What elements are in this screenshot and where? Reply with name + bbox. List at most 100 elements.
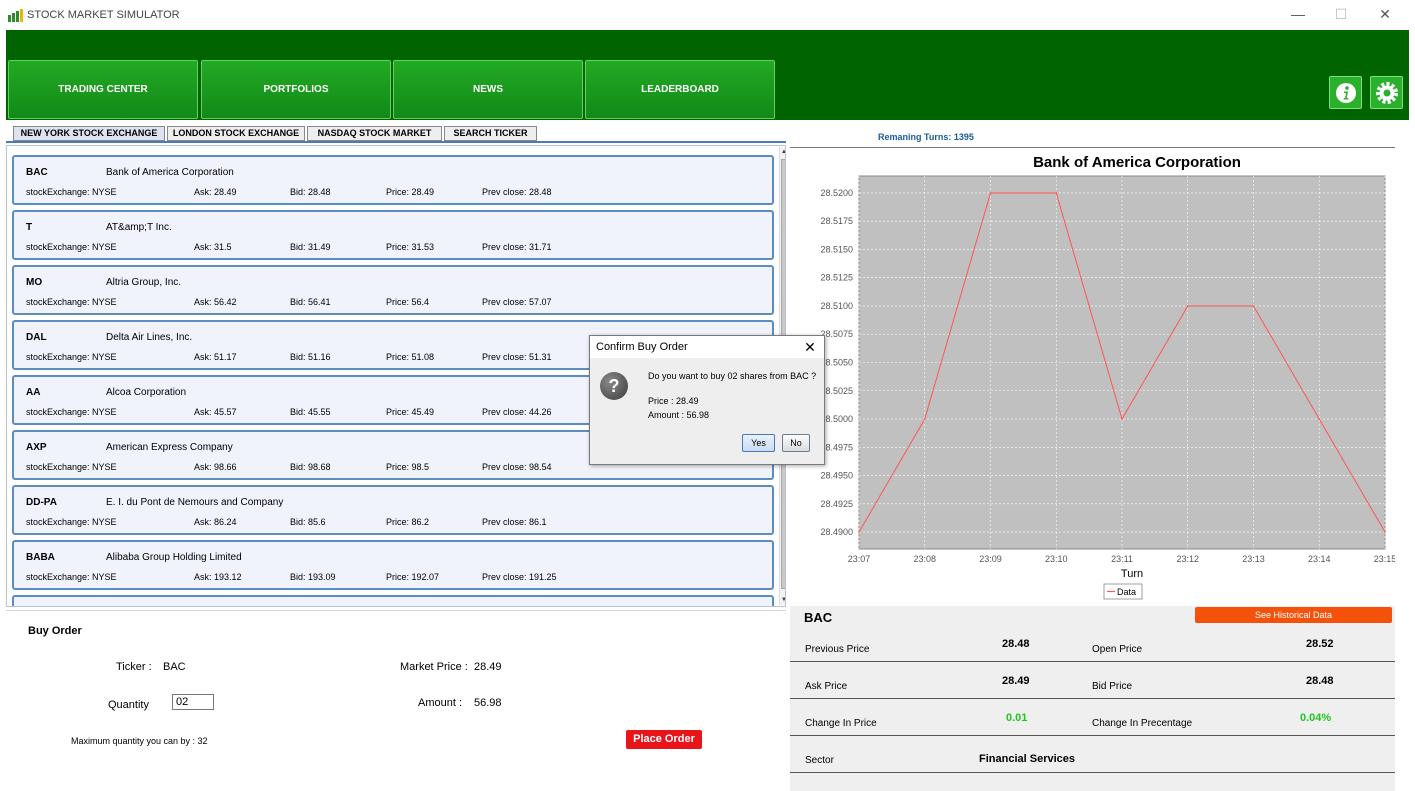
- previous-price-value: 28.48: [1002, 638, 1030, 650]
- stock-prev-close: Prev close: 51.31: [482, 352, 552, 362]
- see-historical-data-button[interactable]: See Historical Data: [1195, 607, 1392, 623]
- stock-card-t[interactable]: T AT&amp;T Inc. stockExchange: NYSE Ask:…: [12, 210, 774, 260]
- settings-button[interactable]: [1370, 76, 1403, 109]
- sector-value: Financial Services: [979, 753, 1075, 765]
- place-order-button[interactable]: Place Order: [626, 730, 702, 749]
- stock-prev-close: Prev close: 31.71: [482, 242, 552, 252]
- main-nav-bar: TRADING CENTER PORTFOLIOS NEWS LEADERBOA…: [6, 30, 1409, 120]
- dialog-yes-button[interactable]: Yes: [742, 434, 775, 452]
- stock-bid: Bid: 56.41: [290, 297, 331, 307]
- data-point: [923, 418, 926, 420]
- stock-name: AT&amp;T Inc.: [106, 222, 172, 233]
- question-icon: ?: [600, 372, 628, 400]
- x-tick-label: 23:15: [1374, 554, 1395, 564]
- dialog-amount: Amount : 56.98: [648, 410, 710, 420]
- y-tick-label: 28.5200: [820, 188, 853, 198]
- app-chart-icon: [8, 9, 23, 22]
- y-tick-label: 28.5000: [820, 414, 853, 424]
- sector-label: Sector: [805, 755, 834, 766]
- dialog-price: Price : 28.49: [648, 396, 699, 406]
- bid-price-value: 28.48: [1306, 675, 1334, 687]
- quantity-label: Quantity: [108, 699, 149, 711]
- ticker-value: BAC: [163, 661, 186, 673]
- nav-portfolios[interactable]: PORTFOLIOS: [201, 60, 391, 119]
- change-percentage-label: Change In Precentage: [1092, 718, 1193, 729]
- data-point: [1121, 418, 1123, 420]
- open-price-value: 28.52: [1306, 638, 1334, 650]
- stock-prev-close: Prev close: 86.1: [482, 517, 547, 527]
- y-tick-label: 28.5125: [820, 273, 853, 283]
- stock-bid: Bid: 98.68: [290, 462, 331, 472]
- data-point: [989, 192, 992, 194]
- dialog-no-button[interactable]: No: [782, 434, 810, 452]
- tab-nyse[interactable]: NEW YORK STOCK EXCHANGE: [13, 126, 165, 141]
- stock-exchange: stockExchange: NYSE: [26, 517, 117, 527]
- max-quantity-text: Maximum quantity you can by : 32: [71, 736, 208, 746]
- stock-card-bac[interactable]: BAC Bank of America Corporation stockExc…: [12, 155, 774, 205]
- settings-gear-icon: [1376, 82, 1398, 104]
- y-tick-label: 28.5025: [820, 386, 853, 396]
- detail-row-prices: Previous Price 28.48 Open Price 28.52: [790, 625, 1395, 662]
- ask-price-value: 28.49: [1002, 675, 1030, 687]
- y-tick-label: 28.4900: [820, 527, 853, 537]
- stock-price: Price: 31.53: [386, 242, 435, 252]
- y-tick-label: 28.5075: [820, 329, 853, 339]
- detail-symbol: BAC: [804, 610, 833, 625]
- stock-card-baba[interactable]: BABA Alibaba Group Holding Limited stock…: [12, 540, 774, 590]
- stock-name: American Express Company: [106, 442, 233, 453]
- stock-card-mo[interactable]: MO Altria Group, Inc. stockExchange: NYS…: [12, 265, 774, 315]
- data-point: [858, 531, 860, 533]
- nav-news[interactable]: NEWS: [393, 60, 583, 119]
- stock-price: Price: 98.5: [386, 462, 430, 472]
- tab-nasdaq[interactable]: NASDAQ STOCK MARKET: [307, 126, 442, 141]
- amount-label: Amount :: [418, 697, 463, 709]
- dialog-title: Confirm Buy Order: [596, 341, 688, 353]
- stock-prev-close: Prev close: 98.54: [482, 462, 552, 472]
- close-window-button[interactable]: ✕: [1370, 4, 1400, 24]
- legend-label: Data: [1117, 587, 1136, 597]
- tab-lse[interactable]: LONDON STOCK EXCHANGE: [167, 126, 305, 141]
- x-tick-label: 23:08: [913, 554, 936, 564]
- data-point: [1318, 418, 1321, 420]
- stock-ask: Ask: 51.17: [194, 352, 237, 362]
- scroll-down-arrow-icon[interactable]: ▼: [780, 595, 785, 605]
- stock-bid: Bid: 31.49: [290, 242, 331, 252]
- chart-title: Bank of America Corporation: [1033, 154, 1241, 171]
- dialog-titlebar: Confirm Buy Order ✕: [590, 336, 824, 358]
- window-title: STOCK MARKET SIMULATOR: [27, 9, 180, 21]
- dialog-close-icon[interactable]: ✕: [800, 338, 820, 356]
- stock-price: Price: 192.07: [386, 572, 440, 582]
- minimize-button[interactable]: —: [1283, 4, 1313, 24]
- stock-bid: Bid: 193.09: [290, 572, 336, 582]
- scroll-up-arrow-icon[interactable]: ▲: [780, 147, 785, 157]
- nav-leaderboard[interactable]: LEADERBOARD: [585, 60, 775, 119]
- x-axis-label: Turn: [1121, 568, 1143, 580]
- stock-prev-close: Prev close: 57.07: [482, 297, 552, 307]
- stock-ask: Ask: 98.66: [194, 462, 237, 472]
- detail-row-change: Change In Price 0.01 Change In Precentag…: [790, 699, 1395, 736]
- stock-prev-close: Prev close: 191.25: [482, 572, 557, 582]
- tab-search-ticker[interactable]: SEARCH TICKER: [444, 126, 537, 141]
- x-tick-label: 23:07: [848, 554, 871, 564]
- y-tick-label: 28.4975: [820, 442, 853, 452]
- stock-name: Altria Group, Inc.: [106, 277, 182, 288]
- nav-trading-center[interactable]: TRADING CENTER: [8, 60, 198, 119]
- open-price-label: Open Price: [1092, 644, 1143, 655]
- maximize-button[interactable]: ☐: [1326, 4, 1356, 24]
- data-point: [1252, 305, 1255, 307]
- stock-bid: Bid: 51.16: [290, 352, 331, 362]
- stock-exchange: stockExchange: NYSE: [26, 297, 117, 307]
- stock-price: Price: 86.2: [386, 517, 430, 527]
- stock-card-dd-pa[interactable]: DD-PA E. I. du Pont de Nemours and Compa…: [12, 485, 774, 535]
- buy-order-heading: Buy Order: [28, 625, 82, 637]
- stock-card-partial[interactable]: [12, 595, 774, 606]
- info-icon: [1336, 83, 1356, 103]
- info-button[interactable]: [1329, 76, 1362, 109]
- stock-name: Alibaba Group Holding Limited: [106, 552, 242, 563]
- window-titlebar: STOCK MARKET SIMULATOR — ☐ ✕: [0, 0, 1415, 30]
- stock-symbol: DD-PA: [26, 497, 57, 508]
- confirm-buy-dialog: Confirm Buy Order ✕ ? Do you want to buy…: [589, 335, 825, 465]
- stock-symbol: T: [26, 222, 33, 233]
- quantity-input[interactable]: 02: [172, 694, 214, 710]
- stock-symbol: DAL: [26, 332, 47, 343]
